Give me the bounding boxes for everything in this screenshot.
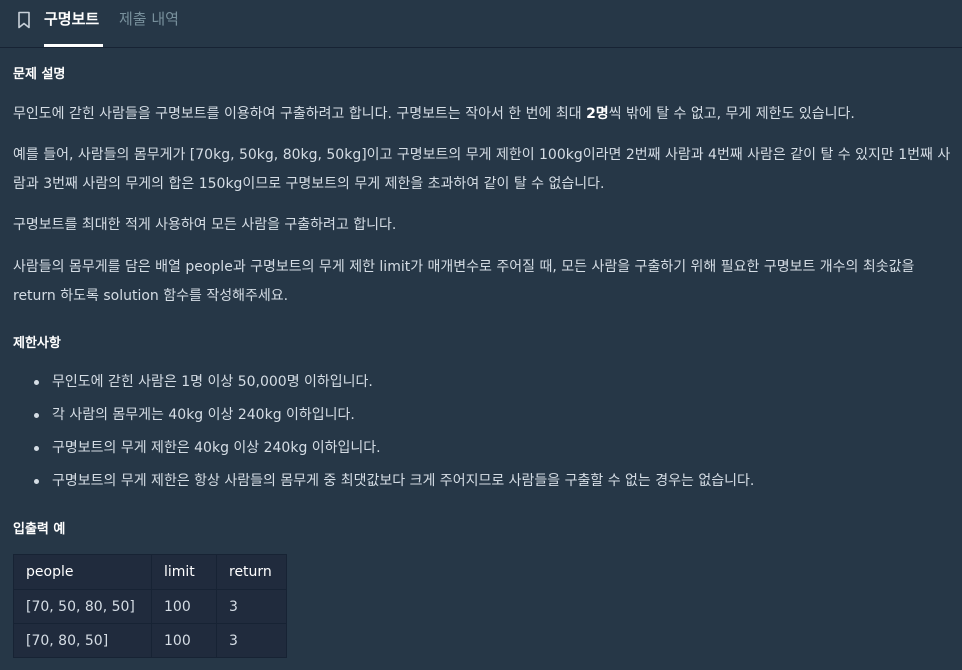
cell-limit: 100 bbox=[151, 589, 217, 624]
tab-submissions[interactable]: 제출 내역 bbox=[119, 9, 179, 29]
constraints-heading: 제한사항 bbox=[13, 336, 61, 351]
tab-problem[interactable]: 구명보트 bbox=[44, 9, 99, 29]
active-tab-indicator bbox=[44, 44, 103, 47]
column-header-return: return bbox=[216, 554, 287, 590]
tab-bar: 구명보트 제출 내역 bbox=[0, 0, 962, 48]
table-row: [70, 80, 50] 100 3 bbox=[13, 623, 287, 658]
io-example-heading: 입출력 예 bbox=[13, 522, 66, 537]
constraint-item: 각 사람의 몸무게는 40kg 이상 240kg 이하입니다. bbox=[33, 399, 754, 432]
constraints-list: 무인도에 갇힌 사람은 1명 이상 50,000명 이하입니다. 각 사람의 몸… bbox=[13, 366, 754, 498]
description-paragraph-3: 구명보트를 최대한 적게 사용하여 모든 사람을 구출하려고 합니다. bbox=[13, 217, 397, 233]
constraint-item: 구명보트의 무게 제한은 40kg 이상 240kg 이하입니다. bbox=[33, 432, 754, 465]
column-header-limit: limit bbox=[151, 554, 217, 590]
column-header-people: people bbox=[13, 554, 152, 590]
description-paragraph-4: 사람들의 몸무게를 담은 배열 people과 구명보트의 무게 제한 limi… bbox=[13, 259, 915, 304]
description-paragraph-2: 예를 들어, 사람들의 몸무게가 [70kg, 50kg, 80kg, 50kg… bbox=[13, 147, 951, 192]
cell-limit: 100 bbox=[151, 623, 217, 658]
description-p1-bold: 2명 bbox=[586, 106, 609, 122]
description-paragraph-1: 무인도에 갇힌 사람들을 구명보트를 이용하여 구출하려고 합니다. 구명보트는… bbox=[13, 100, 855, 129]
table-row: [70, 50, 80, 50] 100 3 bbox=[13, 589, 287, 624]
io-example-table: people limit return [70, 50, 80, 50] 100… bbox=[13, 554, 287, 658]
cell-return: 3 bbox=[216, 623, 287, 658]
bookmark-icon[interactable] bbox=[14, 10, 34, 30]
description-p1-text: 무인도에 갇힌 사람들을 구명보트를 이용하여 구출하려고 합니다. 구명보트는… bbox=[13, 106, 587, 122]
cell-return: 3 bbox=[216, 589, 287, 624]
cell-people: [70, 50, 80, 50] bbox=[13, 589, 152, 624]
cell-people: [70, 80, 50] bbox=[13, 623, 152, 658]
constraint-item: 구명보트의 무게 제한은 항상 사람들의 몸무게 중 최댓값보다 크게 주어지므… bbox=[33, 465, 754, 498]
description-heading: 문제 설명 bbox=[13, 67, 66, 82]
table-header-row: people limit return bbox=[13, 554, 287, 590]
description-p1-tail: 씩 밖에 탈 수 없고, 무게 제한도 있습니다. bbox=[608, 106, 855, 122]
constraint-item: 무인도에 갇힌 사람은 1명 이상 50,000명 이하입니다. bbox=[33, 366, 754, 399]
